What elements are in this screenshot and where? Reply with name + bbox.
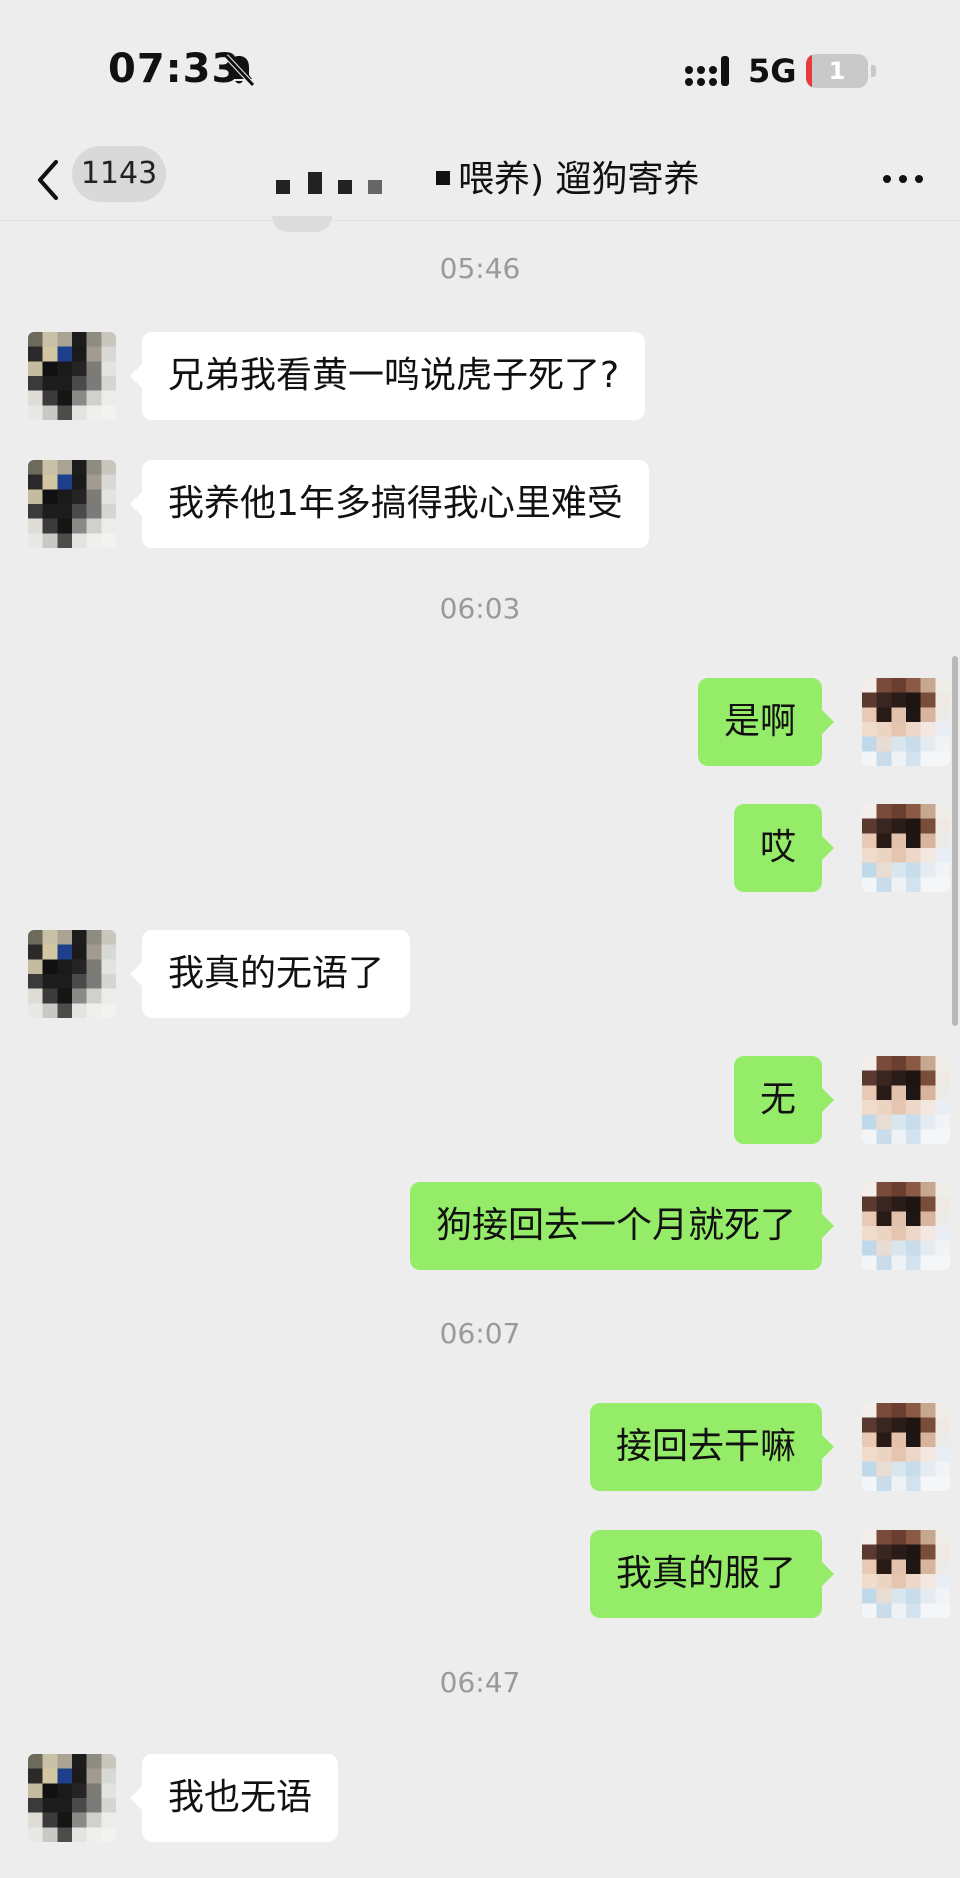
- battery-icon: 1: [806, 54, 876, 88]
- chat-nav-bar: 1143 喂养) 遛狗寄养: [0, 140, 960, 221]
- chat-title-text: 喂养) 遛狗寄养: [458, 159, 700, 200]
- outgoing-message[interactable]: 是啊: [698, 678, 835, 766]
- my-avatar[interactable]: [862, 1403, 950, 1491]
- status-bar: 07:33 5G 1: [0, 0, 960, 140]
- chat-screen: 07:33 5G 1 1143 喂养) 遛狗寄养 05:46 兄弟我看黄一鸣说虎…: [0, 0, 960, 1878]
- timestamp: 05:46: [439, 252, 521, 285]
- chevron-left-icon[interactable]: [30, 152, 70, 208]
- my-avatar[interactable]: [862, 1530, 950, 1618]
- my-avatar[interactable]: [862, 804, 950, 892]
- network-label: 5G: [748, 52, 797, 90]
- bell-muted-icon: [224, 54, 255, 87]
- my-avatar[interactable]: [862, 1182, 950, 1270]
- my-avatar[interactable]: [862, 678, 950, 766]
- outgoing-message[interactable]: 狗接回去一个月就死了: [410, 1182, 835, 1270]
- unread-count-badge[interactable]: 1143: [72, 146, 166, 202]
- scrollbar[interactable]: [952, 656, 958, 1026]
- outgoing-message[interactable]: 我真的服了: [590, 1530, 835, 1618]
- incoming-message[interactable]: 我养他1年多搞得我心里难受: [130, 460, 649, 548]
- more-dots-icon[interactable]: [880, 164, 926, 194]
- contact-avatar[interactable]: [28, 332, 116, 420]
- signal-icon: [685, 56, 729, 86]
- status-time: 07:33: [108, 46, 241, 92]
- outgoing-message[interactable]: 接回去干嘛: [590, 1403, 835, 1491]
- incoming-message[interactable]: 我也无语: [129, 1754, 339, 1842]
- timestamp: 06:07: [439, 1317, 521, 1350]
- timestamp: 06:47: [439, 1666, 521, 1699]
- contact-avatar[interactable]: [28, 460, 116, 548]
- redacted-name: [276, 168, 384, 194]
- incoming-message[interactable]: 兄弟我看黄一鸣说虎子死了?: [129, 332, 646, 420]
- contact-avatar[interactable]: [28, 930, 116, 1018]
- contact-avatar[interactable]: [28, 1754, 116, 1842]
- message-list[interactable]: 05:46 兄弟我看黄一鸣说虎子死了? 我养他1年多搞得我心里难受 06:03 是啊哎我…: [0, 220, 960, 1878]
- timestamp: 06:03: [439, 592, 521, 625]
- chat-title: 喂养) 遛狗寄养: [436, 152, 700, 208]
- battery-level: 1: [828, 57, 846, 85]
- outgoing-message[interactable]: 无: [734, 1056, 835, 1144]
- incoming-message[interactable]: 我真的无语了: [129, 930, 411, 1018]
- outgoing-message[interactable]: 哎: [734, 804, 835, 892]
- my-avatar[interactable]: [862, 1056, 950, 1144]
